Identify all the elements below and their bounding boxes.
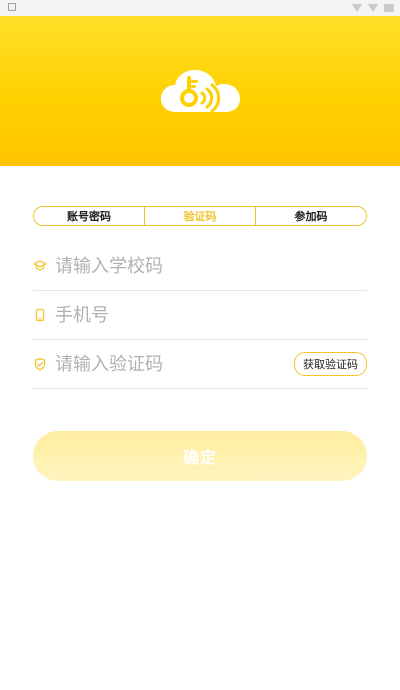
phone-icon <box>33 308 47 322</box>
verification-code-row: 获取验证码 <box>33 340 367 389</box>
cloud-key-wifi-logo-icon <box>160 70 240 113</box>
tab-verification-code[interactable]: 验证码 <box>144 207 255 225</box>
tab-account-password[interactable]: 账号密码 <box>34 207 144 225</box>
header-banner <box>0 16 400 166</box>
get-verification-code-button[interactable]: 获取验证码 <box>294 352 367 376</box>
school-code-input[interactable] <box>55 255 367 277</box>
school-code-row <box>33 242 367 291</box>
wifi-icon <box>352 4 362 12</box>
status-bar <box>0 0 400 16</box>
tab-join-code[interactable]: 参加码 <box>255 207 366 225</box>
battery-icon <box>384 4 394 12</box>
login-method-tabs: 账号密码 验证码 参加码 <box>33 206 367 226</box>
phone-row <box>33 291 367 340</box>
signal-icon <box>368 4 378 12</box>
status-left-icon <box>8 3 16 11</box>
status-icons <box>352 2 394 14</box>
shield-check-icon <box>33 357 47 371</box>
confirm-button[interactable]: 确定 <box>33 431 367 481</box>
graduation-cap-icon <box>33 259 47 273</box>
phone-input[interactable] <box>55 304 367 326</box>
